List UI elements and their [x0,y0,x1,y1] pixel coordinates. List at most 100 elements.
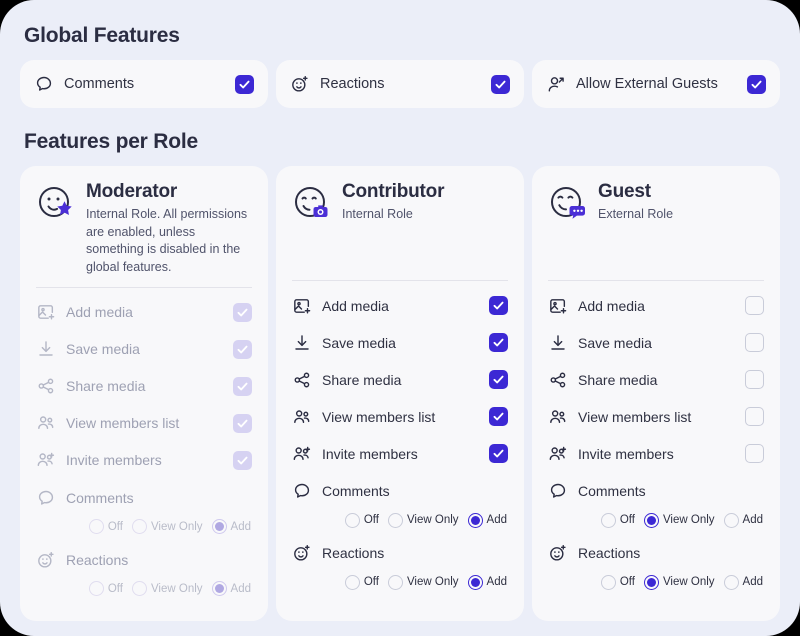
radio-dot[interactable] [644,513,659,528]
permission-checkbox [233,377,252,396]
permission-checkbox[interactable] [745,370,764,389]
radio-dot[interactable] [601,513,616,528]
radio-option: Off [89,581,123,596]
radio-dot[interactable] [388,513,403,528]
radio-option-label: Add [231,521,251,533]
radio-dot [89,519,104,534]
radio-option-label: Add [743,514,763,526]
permission-row[interactable]: Add media [36,294,252,331]
global-feature-card[interactable]: Reactions [276,60,524,108]
invite-members-icon [36,450,56,470]
save-media-icon [292,333,312,353]
global-feature-checkbox[interactable] [491,75,510,94]
permission-label: Save media [66,341,233,357]
radio-group-label: Reactions [322,545,384,561]
radio-option-label: Add [743,576,763,588]
radio-dot [89,581,104,596]
radio-option[interactable]: View Only [388,513,459,528]
radio-option[interactable]: Add [468,513,507,528]
global-feature-checkbox[interactable] [747,75,766,94]
permission-checkbox [233,303,252,322]
permission-row[interactable]: Invite members [36,442,252,479]
permission-label: Share media [66,378,233,394]
radio-option[interactable]: Add [724,575,763,590]
permission-row[interactable]: Share media [548,361,764,398]
radio-option[interactable]: View Only [388,575,459,590]
radio-option-label: View Only [663,576,715,588]
role-card-moderator: ModeratorInternal Role. All permissions … [20,166,268,621]
permission-row[interactable]: View members list [292,398,508,435]
permission-row[interactable]: View members list [36,405,252,442]
card-divider [36,287,252,288]
role-header: GuestExternal Role [548,182,764,270]
permission-checkbox[interactable] [489,333,508,352]
permission-row[interactable]: Save media [292,324,508,361]
save-media-icon [36,339,56,359]
radio-dot[interactable] [644,575,659,590]
permission-row[interactable]: Share media [36,368,252,405]
permission-row[interactable]: Add media [292,287,508,324]
radio-dot[interactable] [345,513,360,528]
add-media-icon [292,296,312,316]
permission-checkbox [233,414,252,433]
radio-dot[interactable] [345,575,360,590]
permission-label: View members list [66,415,233,431]
radio-option: Add [212,519,251,534]
permission-checkbox[interactable] [489,370,508,389]
radio-option-label: View Only [407,576,459,588]
permission-row[interactable]: Invite members [292,435,508,472]
radio-group-header: Comments [36,483,252,513]
radio-option-label: Add [487,576,507,588]
role-name: Moderator [86,182,252,203]
global-feature-card[interactable]: Allow External Guests [532,60,780,108]
radio-option[interactable]: Off [601,575,635,590]
permission-checkbox[interactable] [489,444,508,463]
reaction-icon [290,74,310,94]
invite-members-icon [548,444,568,464]
radio-option-label: Off [108,521,123,533]
permission-row[interactable]: Save media [36,331,252,368]
radio-dot[interactable] [468,575,483,590]
add-media-icon [36,302,56,322]
radio-dot[interactable] [388,575,403,590]
role-name: Contributor [342,182,444,203]
permission-checkbox[interactable] [745,333,764,352]
radio-dot[interactable] [601,575,616,590]
radio-option[interactable]: Add [724,513,763,528]
global-features-row: CommentsReactionsAllow External Guests [20,60,780,108]
permission-checkbox[interactable] [745,444,764,463]
permission-row[interactable]: Share media [292,361,508,398]
radio-option[interactable]: View Only [644,575,715,590]
global-feature-card[interactable]: Comments [20,60,268,108]
global-feature-checkbox[interactable] [235,75,254,94]
radio-option[interactable]: View Only [644,513,715,528]
radio-option[interactable]: Off [345,575,379,590]
permission-row[interactable]: Add media [548,287,764,324]
permission-label: Add media [66,304,233,320]
permission-row[interactable]: Invite members [548,435,764,472]
permission-checkbox[interactable] [745,296,764,315]
radio-option: View Only [132,519,203,534]
permission-checkbox[interactable] [745,407,764,426]
radio-option: Add [212,581,251,596]
radio-group-label: Comments [322,483,390,499]
radio-dot[interactable] [724,575,739,590]
permission-label: Add media [322,298,489,314]
radio-dot[interactable] [468,513,483,528]
radio-dot[interactable] [724,513,739,528]
invite-members-icon [292,444,312,464]
radio-option-label: View Only [407,514,459,526]
radio-group-header: Comments [548,476,764,506]
global-features-title: Global Features [24,24,780,48]
permission-row[interactable]: View members list [548,398,764,435]
radio-group-label: Comments [66,490,134,506]
permission-label: Share media [322,372,489,388]
permission-checkbox[interactable] [489,407,508,426]
permission-checkbox[interactable] [489,296,508,315]
radio-option[interactable]: Add [468,575,507,590]
radio-option[interactable]: Off [601,513,635,528]
card-divider [548,280,764,281]
radio-option-label: Add [231,583,251,595]
permission-row[interactable]: Save media [548,324,764,361]
radio-option[interactable]: Off [345,513,379,528]
